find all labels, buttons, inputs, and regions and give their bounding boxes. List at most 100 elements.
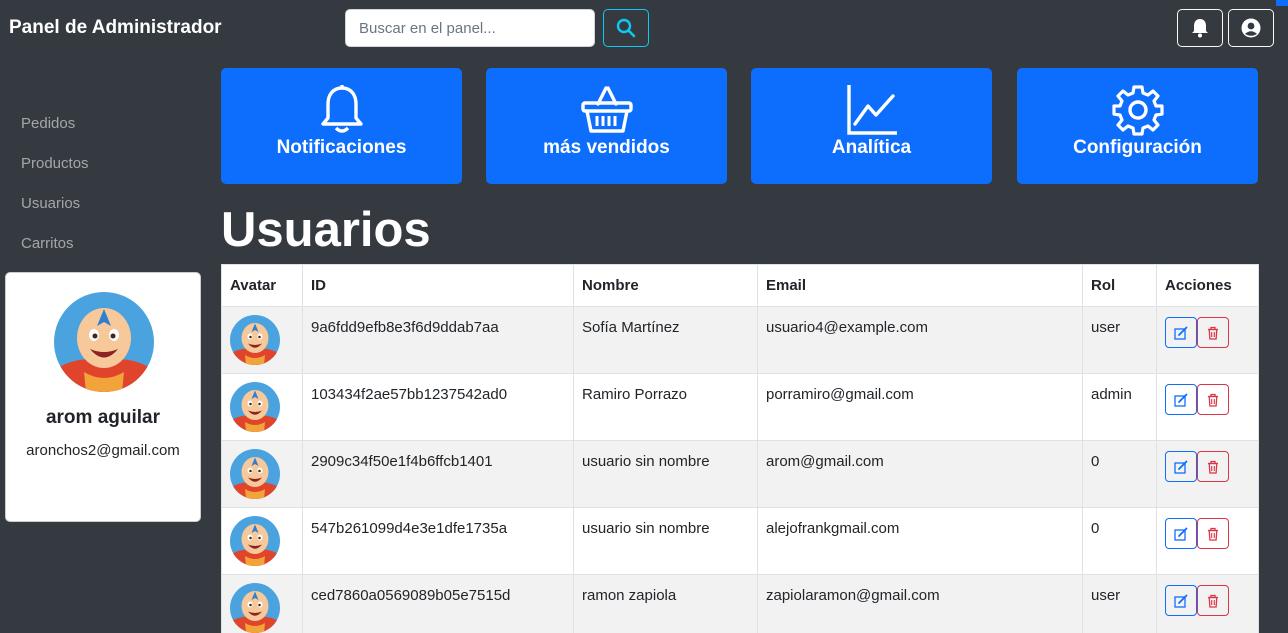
profile-card: arom aguilar aronchos2@gmail.com bbox=[5, 272, 201, 522]
edit-icon bbox=[1174, 393, 1188, 407]
table-row: 2909c34f50e1f4b6ffcb1401 usuario sin nom… bbox=[221, 440, 1259, 508]
edit-icon bbox=[1174, 326, 1188, 340]
user-role: 0 bbox=[1082, 507, 1157, 575]
user-email: alejofrankgmail.com bbox=[757, 507, 1083, 575]
actions-cell bbox=[1156, 507, 1259, 575]
avatar-cell bbox=[221, 440, 303, 508]
user-email: usuario4@example.com bbox=[757, 306, 1083, 374]
graph-up-icon bbox=[846, 85, 897, 135]
tile-notificaciones[interactable]: Notificaciones bbox=[221, 68, 462, 184]
edit-icon bbox=[1174, 527, 1188, 541]
actions-cell bbox=[1156, 306, 1259, 374]
table-row: 547b261099d4e3e1dfe1735a usuario sin nom… bbox=[221, 507, 1259, 575]
edit-button[interactable] bbox=[1165, 518, 1197, 549]
user-name: usuario sin nombre bbox=[573, 507, 758, 575]
table-row: 9a6fdd9efb8e3f6d9ddab7aa Sofía Martínez … bbox=[221, 306, 1259, 374]
profile-name: arom aguilar bbox=[45, 407, 161, 428]
bell-icon bbox=[320, 85, 363, 133]
column-header-email: Email bbox=[757, 264, 1083, 307]
sidebar-item-pedidos[interactable]: Pedidos bbox=[0, 104, 210, 144]
table-row: ced7860a0569089b05e7515d ramon zapiola z… bbox=[221, 574, 1259, 633]
table-row: 103434f2ae57bb1237542ad0 Ramiro Porrazo … bbox=[221, 373, 1259, 441]
user-role: user bbox=[1082, 306, 1157, 374]
avatar bbox=[230, 315, 280, 365]
sidebar-item-productos[interactable]: Productos bbox=[0, 144, 210, 184]
user-id: 2909c34f50e1f4b6ffcb1401 bbox=[302, 440, 574, 508]
sidebar: Pedidos Productos Usuarios Carritos bbox=[0, 104, 210, 264]
edit-button[interactable] bbox=[1165, 451, 1197, 482]
avatar bbox=[54, 292, 154, 392]
search-input[interactable] bbox=[345, 9, 595, 47]
avatar-cell bbox=[221, 306, 303, 374]
trash-icon bbox=[1208, 594, 1218, 608]
trash-icon bbox=[1208, 527, 1218, 541]
actions-cell bbox=[1156, 373, 1259, 441]
column-header-nombre: Nombre bbox=[573, 264, 758, 307]
user-role: admin bbox=[1082, 373, 1157, 441]
delete-button[interactable] bbox=[1197, 451, 1229, 482]
edit-button[interactable] bbox=[1165, 384, 1197, 415]
corner-indicator bbox=[1276, 0, 1288, 6]
column-header-rol: Rol bbox=[1082, 264, 1157, 307]
tile-configuracion[interactable]: Configuración bbox=[1017, 68, 1258, 184]
tile-analitica[interactable]: Analítica bbox=[751, 68, 992, 184]
edit-icon bbox=[1174, 594, 1188, 608]
profile-email: aronchos2@gmail.com bbox=[26, 442, 180, 459]
edit-icon bbox=[1174, 460, 1188, 474]
user-name: usuario sin nombre bbox=[573, 440, 758, 508]
avatar-cell bbox=[221, 373, 303, 441]
user-name: ramon zapiola bbox=[573, 574, 758, 633]
tile-label: Notificaciones bbox=[276, 137, 407, 158]
brand-title[interactable]: Panel de Administrador bbox=[9, 17, 222, 39]
avatar bbox=[230, 516, 280, 566]
tile-label: más vendidos bbox=[543, 137, 670, 158]
user-role: user bbox=[1082, 574, 1157, 633]
user-menu-button[interactable] bbox=[1228, 9, 1274, 47]
actions-cell bbox=[1156, 574, 1259, 633]
users-table: Avatar ID Nombre Email Rol Acciones 9a6f… bbox=[221, 264, 1259, 633]
delete-button[interactable] bbox=[1197, 317, 1229, 348]
tile-label: Analítica bbox=[831, 137, 912, 158]
user-email: arom@gmail.com bbox=[757, 440, 1083, 508]
notifications-button[interactable] bbox=[1177, 9, 1223, 47]
user-id: ced7860a0569089b05e7515d bbox=[302, 574, 574, 633]
edit-button[interactable] bbox=[1165, 317, 1197, 348]
page-title: Usuarios bbox=[221, 203, 431, 257]
user-name: Sofía Martínez bbox=[573, 306, 758, 374]
user-name: Ramiro Porrazo bbox=[573, 373, 758, 441]
user-id: 9a6fdd9efb8e3f6d9ddab7aa bbox=[302, 306, 574, 374]
avatar bbox=[230, 449, 280, 499]
top-navbar: Panel de Administrador bbox=[0, 0, 1288, 58]
delete-button[interactable] bbox=[1197, 518, 1229, 549]
column-header-id: ID bbox=[302, 264, 574, 307]
delete-button[interactable] bbox=[1197, 585, 1229, 616]
tile-mas-vendidos[interactable]: más vendidos bbox=[486, 68, 727, 184]
avatar-cell bbox=[221, 574, 303, 633]
sidebar-item-carritos[interactable]: Carritos bbox=[0, 224, 210, 264]
sidebar-item-usuarios[interactable]: Usuarios bbox=[0, 184, 210, 224]
edit-button[interactable] bbox=[1165, 585, 1197, 616]
avatar-cell bbox=[221, 507, 303, 575]
search-button[interactable] bbox=[603, 9, 649, 47]
bell-icon bbox=[1192, 19, 1208, 38]
user-email: porramiro@gmail.com bbox=[757, 373, 1083, 441]
avatar bbox=[230, 583, 280, 633]
table-header-row: Avatar ID Nombre Email Rol Acciones bbox=[221, 264, 1259, 307]
person-circle-icon bbox=[1241, 18, 1261, 38]
actions-cell bbox=[1156, 440, 1259, 508]
trash-icon bbox=[1208, 326, 1218, 340]
user-id: 547b261099d4e3e1dfe1735a bbox=[302, 507, 574, 575]
user-role: 0 bbox=[1082, 440, 1157, 508]
column-header-avatar: Avatar bbox=[221, 264, 303, 307]
user-email: zapiolaramon@gmail.com bbox=[757, 574, 1083, 633]
search-icon bbox=[616, 18, 636, 38]
basket-icon bbox=[580, 86, 633, 133]
column-header-acciones: Acciones bbox=[1156, 264, 1259, 307]
user-id: 103434f2ae57bb1237542ad0 bbox=[302, 373, 574, 441]
delete-button[interactable] bbox=[1197, 384, 1229, 415]
trash-icon bbox=[1208, 460, 1218, 474]
gear-icon bbox=[1111, 85, 1164, 136]
trash-icon bbox=[1208, 393, 1218, 407]
avatar bbox=[230, 382, 280, 432]
tile-label: Configuración bbox=[1073, 137, 1202, 158]
